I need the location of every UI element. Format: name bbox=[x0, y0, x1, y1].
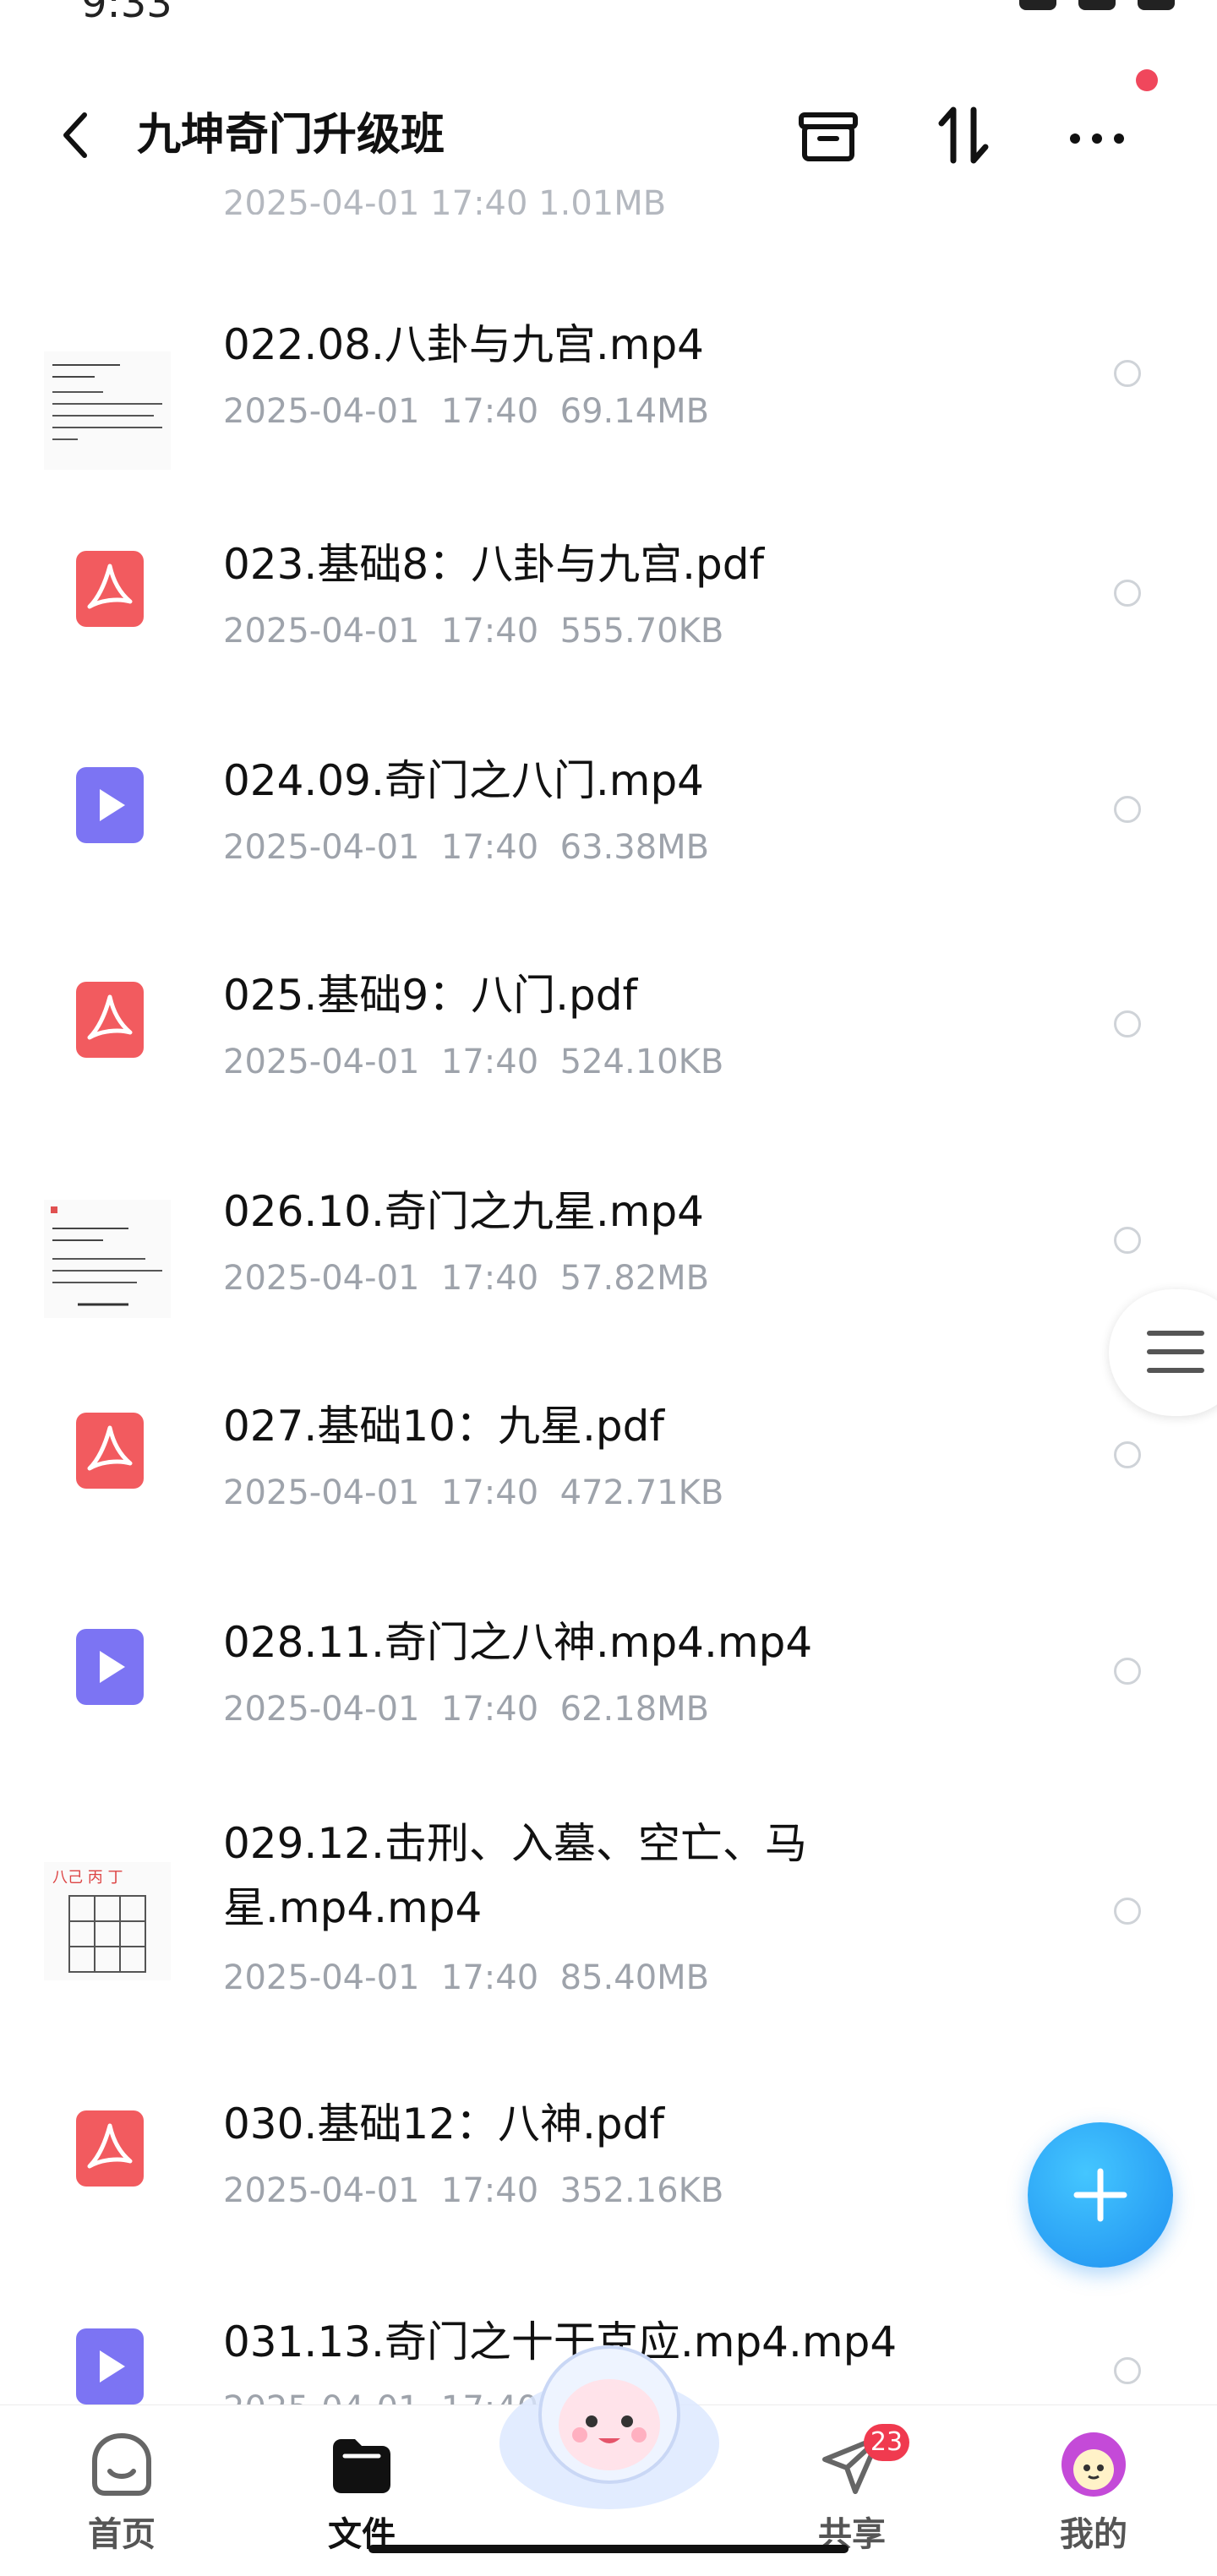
status-time: 9:33 bbox=[81, 0, 172, 27]
video-icon bbox=[76, 1629, 144, 1705]
page-title: 九坤奇门升级班 bbox=[137, 110, 445, 161]
pdf-icon bbox=[76, 551, 144, 627]
file-meta: 2025-04-01 17:40 63.38MB bbox=[223, 828, 710, 867]
plus-icon bbox=[1073, 2168, 1127, 2222]
archive-icon[interactable] bbox=[794, 101, 862, 169]
pdf-icon bbox=[76, 2110, 144, 2187]
file-thumbnail bbox=[44, 1200, 171, 1318]
tab-home[interactable]: 首页 bbox=[37, 2405, 206, 2576]
file-name: 027.基础10：九星.pdf bbox=[223, 1402, 664, 1451]
file-meta: 2025-04-01 17:40 62.18MB bbox=[223, 1690, 710, 1729]
video-icon bbox=[76, 2328, 144, 2404]
avatar-icon bbox=[1061, 2432, 1126, 2497]
file-row[interactable]: 022.08.八卦与九宫.mp4 2025-04-01 17:40 69.14M… bbox=[0, 279, 1217, 473]
file-thumbnail bbox=[44, 351, 171, 470]
select-radio[interactable] bbox=[1114, 1658, 1141, 1685]
select-radio[interactable] bbox=[1114, 2357, 1141, 2384]
file-name: 028.11.奇门之八神.mp4.mp4 bbox=[223, 1618, 813, 1667]
tab-label: 我的 bbox=[1060, 2515, 1127, 2554]
tab-me[interactable]: 我的 bbox=[1009, 2405, 1178, 2576]
select-radio[interactable] bbox=[1114, 580, 1141, 607]
share-badge: 23 bbox=[864, 2424, 909, 2461]
folder-icon bbox=[333, 2439, 390, 2493]
select-radio[interactable] bbox=[1114, 1441, 1141, 1468]
select-radio[interactable] bbox=[1114, 1898, 1141, 1925]
video-icon bbox=[76, 767, 144, 843]
svg-text:八己 丙 丁: 八己 丙 丁 bbox=[52, 1869, 123, 1887]
partial-row-meta: 2025-04-01 17:40 1.01MB bbox=[223, 184, 667, 215]
file-row[interactable]: 023.基础8：八卦与九宫.pdf 2025-04-01 17:40 555.7… bbox=[0, 498, 1217, 693]
doc-thumb-icon bbox=[44, 1200, 171, 1318]
file-name: 030.基础12：八神.pdf bbox=[223, 2099, 664, 2148]
sort-icon[interactable] bbox=[930, 101, 997, 169]
notification-dot bbox=[1136, 69, 1158, 91]
select-radio[interactable] bbox=[1114, 1010, 1141, 1037]
status-icons bbox=[1019, 0, 1175, 10]
file-name-line1: 029.12.击刑、入墓、空亡、马 bbox=[223, 1819, 807, 1868]
select-radio[interactable] bbox=[1114, 1227, 1141, 1254]
file-row[interactable]: 028.11.奇门之八神.mp4.mp4 2025-04-01 17:40 62… bbox=[0, 1577, 1217, 1771]
add-button[interactable] bbox=[1028, 2122, 1173, 2268]
file-name: 025.基础9：八门.pdf bbox=[223, 971, 638, 1020]
mascot-icon[interactable] bbox=[495, 2334, 723, 2519]
file-row[interactable]: 八己 丙 丁 029.12.击刑、入墓、空亡、马 星.mp4.mp4 2025-… bbox=[0, 1794, 1217, 2040]
file-meta: 2025-04-01 17:40 85.40MB bbox=[223, 1958, 710, 1997]
menu-lines-icon bbox=[1147, 1331, 1204, 1373]
more-icon[interactable] bbox=[1063, 101, 1131, 169]
file-name: 023.基础8：八卦与九宫.pdf bbox=[223, 540, 765, 589]
file-meta: 2025-04-01 17:40 57.82MB bbox=[223, 1259, 710, 1298]
home-icon bbox=[92, 2432, 151, 2496]
status-bar: 9:33 bbox=[0, 0, 1217, 30]
file-name: 024.09.奇门之八门.mp4 bbox=[223, 756, 704, 805]
file-name-line2: 星.mp4.mp4 bbox=[223, 1883, 483, 1932]
pdf-icon bbox=[76, 982, 144, 1058]
pdf-icon bbox=[76, 1413, 144, 1489]
grid-thumb-icon: 八己 丙 丁 bbox=[44, 1862, 171, 1980]
file-row[interactable]: 027.基础10：九星.pdf 2025-04-01 17:40 472.71K… bbox=[0, 1360, 1217, 1555]
file-row[interactable]: 025.基础9：八门.pdf 2025-04-01 17:40 524.10KB bbox=[0, 929, 1217, 1124]
file-meta: 2025-04-01 17:40 69.14MB bbox=[223, 392, 710, 431]
file-meta: 2025-04-01 17:40 555.70KB bbox=[223, 612, 724, 651]
select-radio[interactable] bbox=[1114, 360, 1141, 387]
header: 九坤奇门升级班 bbox=[0, 93, 1217, 177]
file-meta: 2025-04-01 17:40 472.71KB bbox=[223, 1473, 724, 1512]
file-row[interactable]: 024.09.奇门之八门.mp4 2025-04-01 17:40 63.38M… bbox=[0, 715, 1217, 909]
file-meta: 2025-04-01 17:40 352.16KB bbox=[223, 2171, 724, 2210]
home-indicator bbox=[368, 2545, 849, 2553]
file-meta: 2025-04-01 17:40 524.10KB bbox=[223, 1043, 724, 1081]
select-radio[interactable] bbox=[1114, 796, 1141, 823]
back-icon[interactable] bbox=[54, 108, 101, 162]
file-name: 022.08.八卦与九宫.mp4 bbox=[223, 320, 704, 369]
file-name: 026.10.奇门之九星.mp4 bbox=[223, 1187, 704, 1236]
tab-label: 首页 bbox=[88, 2515, 156, 2554]
file-row[interactable]: 026.10.奇门之九星.mp4 2025-04-01 17:40 57.82M… bbox=[0, 1146, 1217, 1340]
file-thumbnail: 八己 丙 丁 bbox=[44, 1862, 171, 1980]
doc-thumb-icon bbox=[44, 351, 171, 470]
